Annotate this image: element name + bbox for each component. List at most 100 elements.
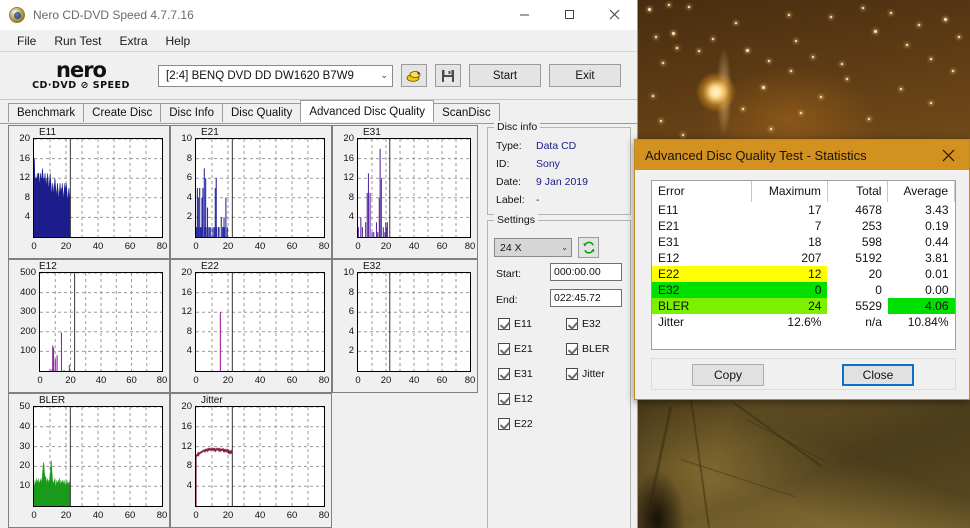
checkbox-bler[interactable]: BLER bbox=[566, 343, 609, 355]
refresh-button[interactable] bbox=[578, 237, 599, 258]
checkbox-jitter[interactable]: Jitter bbox=[566, 368, 605, 380]
chart-e21: E21 2 4 6 8 10 0 20 40 60 80 bbox=[170, 125, 332, 259]
x-tick-label: 60 bbox=[286, 375, 298, 386]
checkbox-icon bbox=[566, 343, 578, 355]
disc-type-label: Type: bbox=[496, 140, 522, 152]
cell-total: 598 bbox=[861, 235, 882, 249]
x-tick-label: 60 bbox=[124, 241, 136, 252]
cell-total: 5529 bbox=[855, 299, 882, 313]
y-tick-label: 20 bbox=[181, 267, 192, 278]
table-row[interactable]: E22 12 20 0.01 bbox=[652, 266, 955, 282]
x-tick-label: 80 bbox=[156, 241, 168, 252]
menu-run-test[interactable]: Run Test bbox=[45, 32, 110, 50]
y-tick-label: 30 bbox=[19, 440, 30, 452]
y-tick-label: 20 bbox=[19, 133, 30, 144]
minimize-button[interactable] bbox=[502, 0, 547, 29]
start-time-field[interactable]: 000:00.00 bbox=[550, 263, 622, 281]
menu-help[interactable]: Help bbox=[157, 32, 200, 50]
x-tick-label: 20 bbox=[222, 241, 234, 252]
chart-svg bbox=[34, 407, 162, 506]
cell-maximum: 17 bbox=[808, 203, 822, 217]
checkbox-e12[interactable]: E12 bbox=[498, 393, 533, 405]
chevron-down-icon: ⌄ bbox=[561, 243, 568, 252]
checkbox-label: E11 bbox=[514, 318, 532, 330]
maximize-button[interactable] bbox=[547, 0, 592, 29]
checkbox-e11[interactable]: E11 bbox=[498, 318, 532, 330]
chart-svg bbox=[358, 273, 470, 371]
statistics-dialog: Advanced Disc Quality Test - Statistics … bbox=[634, 139, 970, 400]
spark bbox=[698, 50, 700, 52]
start-time-label: Start: bbox=[496, 268, 522, 280]
drive-select[interactable]: [2:4] BENQ DVD DD DW1620 B7W9 ⌄ bbox=[158, 64, 393, 87]
y-tick-label: 16 bbox=[343, 152, 354, 164]
table-row[interactable]: E31 18 598 0.44 bbox=[652, 234, 955, 250]
checkbox-e31[interactable]: E31 bbox=[498, 368, 533, 380]
spark bbox=[688, 6, 690, 8]
checkbox-e32[interactable]: E32 bbox=[566, 318, 601, 330]
table-row[interactable]: E32 0 0 0.00 bbox=[652, 282, 955, 298]
close-button[interactable] bbox=[592, 0, 637, 29]
checkbox-icon bbox=[498, 343, 510, 355]
tab-disc-quality[interactable]: Disc Quality bbox=[222, 103, 302, 122]
spark bbox=[958, 36, 960, 38]
end-time-field[interactable]: 022:45.72 bbox=[550, 289, 622, 307]
y-tick-label: 500 bbox=[20, 267, 36, 278]
eject-button[interactable] bbox=[401, 64, 427, 87]
y-tick-label: 4 bbox=[186, 480, 192, 492]
col-error: Error bbox=[652, 181, 753, 202]
toolbar: nero CD·DVD ⊘ SPEED [2:4] BENQ DVD DD DW… bbox=[0, 52, 637, 100]
chart-title: E22 bbox=[201, 261, 219, 272]
start-button[interactable]: Start bbox=[469, 64, 541, 87]
spark bbox=[676, 47, 678, 49]
window-title: Nero CD-DVD Speed 4.7.7.16 bbox=[33, 7, 194, 22]
chart-svg bbox=[196, 139, 324, 237]
statistics-close-button[interactable] bbox=[927, 140, 969, 170]
x-tick-label: 80 bbox=[156, 510, 168, 521]
disc-id-label: ID: bbox=[496, 158, 510, 170]
checkbox-e22[interactable]: E22 bbox=[498, 418, 533, 430]
y-tick-label: 2 bbox=[186, 211, 192, 223]
chart-e32: E32 2 4 6 8 10 0 20 40 60 80 bbox=[332, 259, 478, 393]
exit-button[interactable]: Exit bbox=[549, 64, 621, 87]
settings-group: Settings 24 X ⌄ Start: 000:00.00 End: 02… bbox=[487, 214, 631, 528]
close-dialog-button[interactable]: Close bbox=[842, 364, 914, 386]
tab-create-disc[interactable]: Create Disc bbox=[83, 103, 162, 122]
spark bbox=[795, 40, 797, 42]
table-row[interactable]: Jitter 12.6% n/a 10.84% bbox=[652, 314, 955, 330]
table-row[interactable]: E21 7 253 0.19 bbox=[652, 218, 955, 234]
save-icon bbox=[442, 69, 454, 82]
chevron-down-icon: ⌄ bbox=[380, 70, 388, 80]
spark bbox=[682, 134, 684, 136]
chart-title: E12 bbox=[39, 261, 57, 272]
speed-select[interactable]: 24 X ⌄ bbox=[494, 238, 572, 257]
end-time-label: End: bbox=[496, 294, 518, 306]
checkbox-icon bbox=[498, 418, 510, 430]
spark bbox=[742, 108, 744, 110]
y-tick-label: 10 bbox=[343, 267, 354, 278]
copy-button[interactable]: Copy bbox=[692, 364, 764, 386]
chart-svg bbox=[196, 273, 324, 371]
screen: Nero CD-DVD Speed 4.7.7.16 File Run Test… bbox=[0, 0, 970, 528]
disc-id-value: Sony bbox=[536, 158, 560, 170]
table-row[interactable]: E11 17 4678 3.43 bbox=[652, 202, 955, 218]
x-tick-label: 80 bbox=[318, 241, 330, 252]
tab-disc-info[interactable]: Disc Info bbox=[160, 103, 223, 122]
checkbox-e21[interactable]: E21 bbox=[498, 343, 533, 355]
tab-advanced-disc-quality[interactable]: Advanced Disc Quality bbox=[300, 100, 435, 122]
y-tick-label: 16 bbox=[181, 286, 192, 298]
menu-extra[interactable]: Extra bbox=[110, 32, 156, 50]
table-header-row: Error Maximum Total Average bbox=[652, 181, 955, 202]
save-button[interactable] bbox=[435, 64, 461, 87]
cell-error: E31 bbox=[658, 235, 680, 249]
tab-benchmark[interactable]: Benchmark bbox=[8, 103, 85, 122]
tab-scandisc[interactable]: ScanDisc bbox=[433, 103, 500, 122]
disc-date-label: Date: bbox=[496, 176, 522, 188]
col-total: Total bbox=[827, 181, 889, 202]
spark bbox=[648, 8, 652, 12]
chart-svg bbox=[34, 139, 162, 237]
table-row[interactable]: BLER 24 5529 4.06 bbox=[652, 298, 955, 314]
chart-bler: BLER 10 20 30 40 50 0 20 40 60 80 bbox=[8, 393, 170, 528]
table-row[interactable]: E12 207 5192 3.81 bbox=[652, 250, 955, 266]
chart-e22: E22 4 8 12 16 20 0 20 40 60 80 bbox=[170, 259, 332, 393]
menu-file[interactable]: File bbox=[8, 32, 45, 50]
